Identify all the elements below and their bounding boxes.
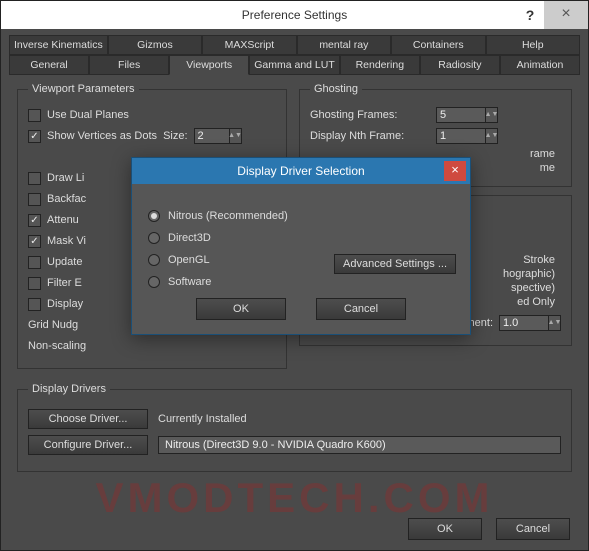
display-nth-input[interactable] — [436, 128, 486, 144]
opengl-radio[interactable] — [148, 254, 160, 266]
direct3d-radio[interactable] — [148, 232, 160, 244]
tab-maxscript[interactable]: MAXScript — [202, 35, 296, 55]
currently-installed-label: Currently Installed — [158, 413, 247, 425]
backface-checkbox[interactable] — [28, 193, 41, 206]
non-scaling-label: Non-scaling — [28, 340, 86, 352]
size-label: Size: — [163, 130, 187, 142]
help-icon[interactable]: ? — [516, 1, 544, 29]
dialog-title: Display Driver Selection — [132, 164, 470, 178]
draw-links-checkbox[interactable] — [28, 172, 41, 185]
grid-nudge-label: Grid Nudg — [28, 319, 78, 331]
wheel-zoom-spinner[interactable]: ▲▼ — [499, 315, 561, 331]
draw-links-label: Draw Li — [47, 172, 84, 184]
tab-gamma-lut[interactable]: Gamma and LUT — [249, 55, 340, 75]
titlebar: Preference Settings ? × — [1, 1, 588, 29]
update-checkbox[interactable] — [28, 256, 41, 269]
nitrous-radio[interactable] — [148, 210, 160, 222]
use-dual-planes-label: Use Dual Planes — [47, 109, 129, 121]
tab-containers[interactable]: Containers — [391, 35, 485, 55]
window-title: Preference Settings — [1, 8, 588, 22]
ghosting-legend: Ghosting — [310, 83, 362, 95]
cancel-button[interactable]: Cancel — [496, 518, 570, 540]
ghosting-frames-spinner[interactable]: ▲▼ — [436, 107, 498, 123]
filter-label: Filter E — [47, 277, 82, 289]
attenuate-checkbox[interactable] — [28, 214, 41, 227]
size-spinner[interactable]: ▲▼ — [194, 128, 242, 144]
attenuate-label: Attenu — [47, 214, 79, 226]
mask-viewport-checkbox[interactable] — [28, 235, 41, 248]
opengl-label: OpenGL — [168, 254, 210, 266]
display-label: Display — [47, 298, 83, 310]
direct3d-label: Direct3D — [168, 232, 211, 244]
tab-general[interactable]: General — [9, 55, 89, 75]
dialog-body: Nitrous (Recommended) Direct3D OpenGL So… — [132, 184, 470, 334]
ghosting-frames-input[interactable] — [436, 107, 486, 123]
tab-animation[interactable]: Animation — [500, 55, 580, 75]
display-checkbox[interactable] — [28, 298, 41, 311]
show-vertices-label: Show Vertices as Dots — [47, 130, 157, 142]
advanced-settings-button[interactable]: Advanced Settings ... — [334, 254, 456, 274]
tab-viewports[interactable]: Viewports — [169, 55, 249, 75]
display-driver-selection-dialog: Display Driver Selection × Nitrous (Reco… — [131, 157, 471, 335]
dialog-cancel-button[interactable]: Cancel — [316, 298, 406, 320]
software-radio[interactable] — [148, 276, 160, 288]
configure-driver-button[interactable]: Configure Driver... — [28, 435, 148, 455]
mask-viewport-label: Mask Vi — [47, 235, 86, 247]
dialog-titlebar: Display Driver Selection × — [132, 158, 470, 184]
backface-label: Backfac — [47, 193, 86, 205]
display-drivers-legend: Display Drivers — [28, 383, 110, 395]
tab-inverse-kinematics[interactable]: Inverse Kinematics — [9, 35, 108, 55]
tab-container: Inverse Kinematics Gizmos MAXScript ment… — [1, 29, 588, 75]
spinner-arrows-icon[interactable]: ▲▼ — [230, 128, 242, 144]
installed-driver-field: Nitrous (Direct3D 9.0 - NVIDIA Quadro K6… — [158, 436, 561, 454]
use-dual-planes-checkbox[interactable] — [28, 109, 41, 122]
size-input[interactable] — [194, 128, 230, 144]
display-nth-spinner[interactable]: ▲▼ — [436, 128, 498, 144]
tab-radiosity[interactable]: Radiosity — [420, 55, 500, 75]
wheel-zoom-input[interactable] — [499, 315, 549, 331]
spinner-arrows-icon[interactable]: ▲▼ — [486, 107, 498, 123]
display-nth-label: Display Nth Frame: — [310, 130, 430, 142]
nitrous-label: Nitrous (Recommended) — [168, 210, 288, 222]
software-label: Software — [168, 276, 211, 288]
ok-button[interactable]: OK — [408, 518, 482, 540]
tab-row-2: General Files Viewports Gamma and LUT Re… — [9, 55, 580, 75]
preference-window: Preference Settings ? × Inverse Kinemati… — [0, 0, 589, 551]
spinner-arrows-icon[interactable]: ▲▼ — [549, 315, 561, 331]
choose-driver-button[interactable]: Choose Driver... — [28, 409, 148, 429]
update-label: Update — [47, 256, 82, 268]
tab-files[interactable]: Files — [89, 55, 169, 75]
tab-row-1: Inverse Kinematics Gizmos MAXScript ment… — [9, 35, 580, 55]
filter-checkbox[interactable] — [28, 277, 41, 290]
dialog-close-icon[interactable]: × — [444, 161, 466, 181]
display-drivers-group: Display Drivers Choose Driver... Current… — [17, 383, 572, 472]
tab-help[interactable]: Help — [486, 35, 580, 55]
tab-rendering[interactable]: Rendering — [340, 55, 420, 75]
tab-mental-ray[interactable]: mental ray — [297, 35, 391, 55]
viewport-parameters-legend: Viewport Parameters — [28, 83, 139, 95]
dialog-ok-button[interactable]: OK — [196, 298, 286, 320]
close-icon[interactable]: × — [544, 1, 588, 29]
bottom-buttons: OK Cancel — [408, 518, 570, 540]
tab-gizmos[interactable]: Gizmos — [108, 35, 202, 55]
ghosting-frames-label: Ghosting Frames: — [310, 109, 430, 121]
spinner-arrows-icon[interactable]: ▲▼ — [486, 128, 498, 144]
show-vertices-checkbox[interactable] — [28, 130, 41, 143]
